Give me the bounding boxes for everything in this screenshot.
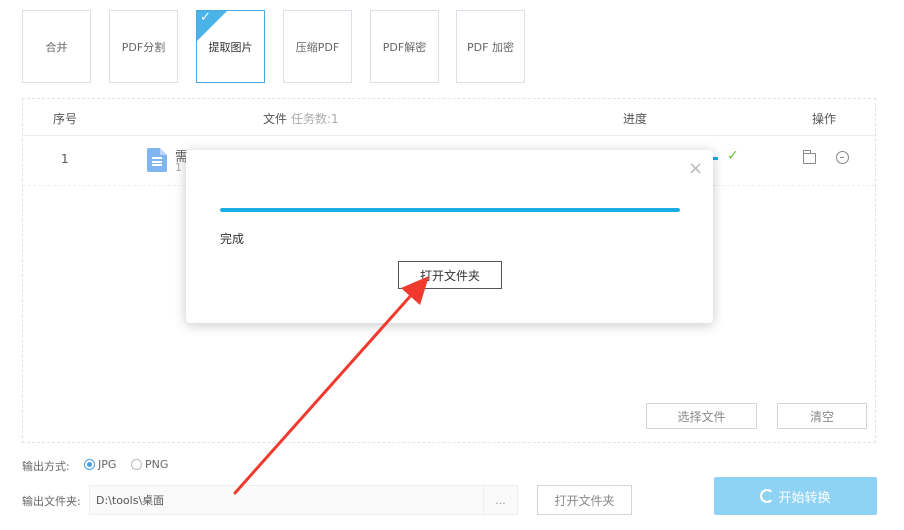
annotation-arrow — [233, 276, 429, 495]
